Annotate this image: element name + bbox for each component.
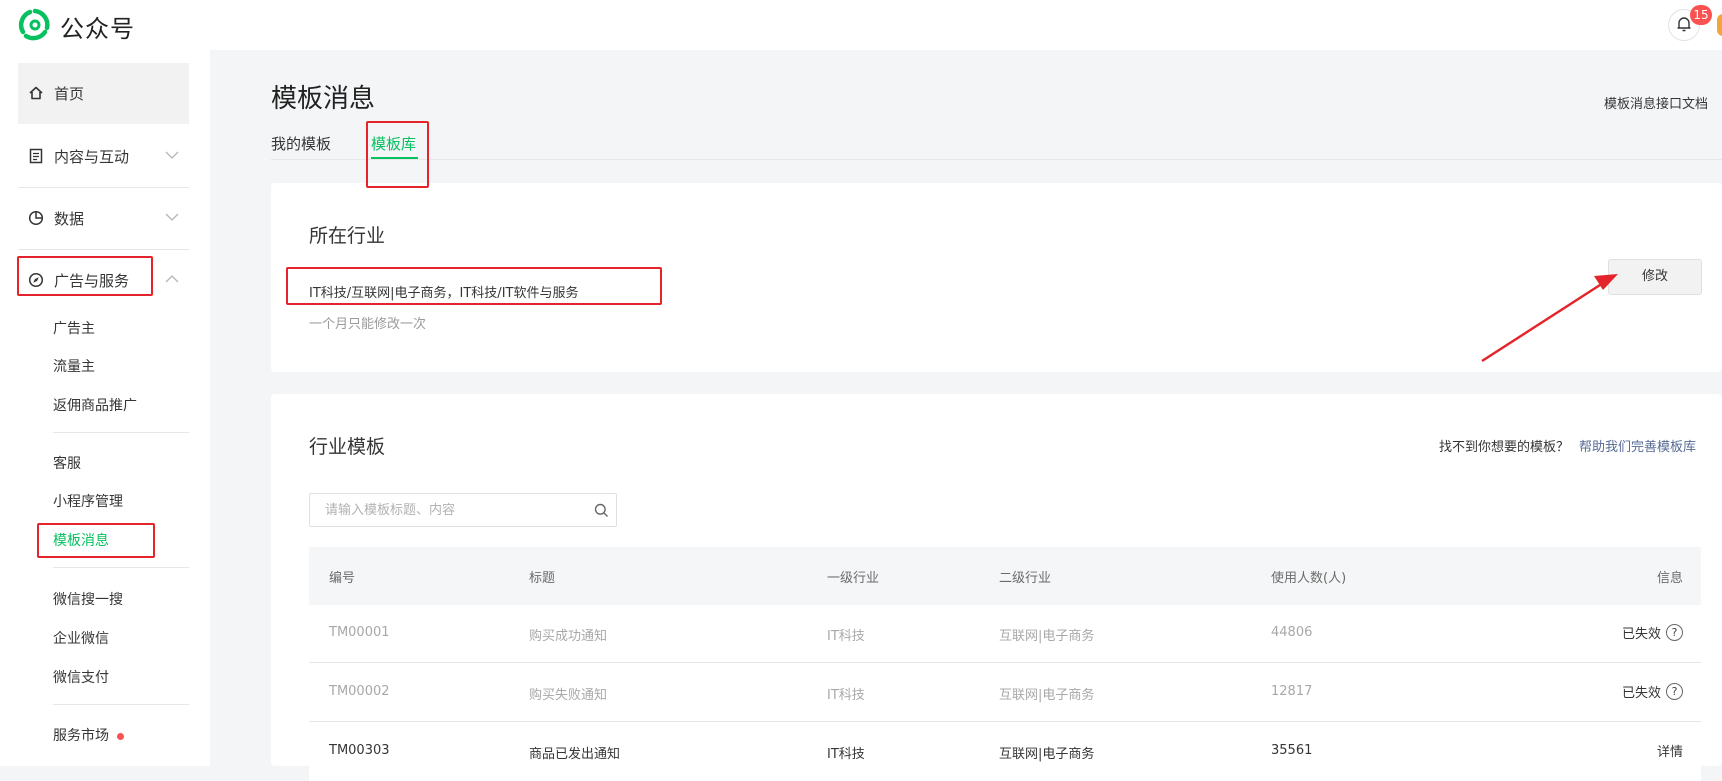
cell-user-count: 44806 xyxy=(1271,625,1313,640)
cell-user-count: 12817 xyxy=(1271,684,1313,699)
cell-title: 购买成功通知 xyxy=(529,629,608,644)
divider xyxy=(53,432,189,433)
table-header: 编号 标题 一级行业 二级行业 使用人数(人) 信息 xyxy=(309,547,1701,605)
divider xyxy=(53,567,189,568)
status-expired: 已失效? xyxy=(1622,682,1683,701)
help-question: 找不到你想要的模板？ xyxy=(1439,440,1570,455)
sidebar-item-data[interactable]: 数据 xyxy=(18,188,189,248)
sidebar-subitem-wecom[interactable]: 企业微信 xyxy=(53,628,109,648)
chevron-down-icon xyxy=(165,213,179,221)
template-search-box xyxy=(309,493,617,527)
sidebar-item-label: 数据 xyxy=(54,209,85,228)
column-header-secondary-industry: 二级行业 xyxy=(999,571,1052,586)
column-header-id: 编号 xyxy=(329,571,356,586)
edit-industry-button[interactable]: 修改 xyxy=(1608,259,1702,295)
cell-secondary-industry: 互联网|电子商务 xyxy=(999,747,1095,762)
search-icon[interactable] xyxy=(594,503,609,518)
table-row: TM00002 购买失败通知 IT科技 互联网|电子商务 12817 已失效? xyxy=(309,664,1701,722)
avatar[interactable] xyxy=(1717,14,1722,36)
sidebar-item-label: 首页 xyxy=(54,84,85,103)
sidebar-subitem-advertiser[interactable]: 广告主 xyxy=(53,318,95,338)
tab-my-templates[interactable]: 我的模板 xyxy=(271,133,331,154)
cell-primary-industry: IT科技 xyxy=(827,629,865,644)
cell-id: TM00002 xyxy=(329,684,390,699)
tabs-divider xyxy=(271,159,1722,160)
sidebar-subitem-wechat-search[interactable]: 微信搜一搜 xyxy=(53,589,123,609)
sidebar-subitem-publisher[interactable]: 流量主 xyxy=(53,356,95,376)
cell-secondary-industry: 互联网|电子商务 xyxy=(999,688,1095,703)
sidebar-item-label: 内容与互动 xyxy=(54,147,130,166)
column-header-info: 信息 xyxy=(1656,571,1683,586)
status-text: 已失效 xyxy=(1621,627,1661,642)
cell-id: TM00001 xyxy=(329,625,390,640)
cell-secondary-industry: 互联网|电子商务 xyxy=(999,629,1095,644)
chevron-up-icon xyxy=(165,275,179,283)
sidebar-subitem-service-market[interactable]: 服务市场 xyxy=(53,725,124,745)
divider xyxy=(53,704,189,705)
sidebar-item-label: 服务市场 xyxy=(53,728,109,744)
sidebar-subitem-mini-program[interactable]: 小程序管理 xyxy=(53,491,123,511)
details-link[interactable]: 详情 xyxy=(1657,741,1683,760)
sidebar-subitem-customer-service[interactable]: 客服 xyxy=(53,453,81,473)
help-circle-icon[interactable]: ? xyxy=(1666,683,1683,700)
annotation-box-template-message xyxy=(37,523,155,558)
wechat-official-logo-icon[interactable] xyxy=(18,8,52,42)
top-bar: 公众号 15 xyxy=(0,0,1722,50)
document-icon xyxy=(28,148,44,164)
api-doc-link[interactable]: 模板消息接口文档 xyxy=(1604,93,1708,112)
sidebar: 首页 内容与互动 数据 广告与服务 广告主 流量主 返佣商品推广 客服 小程序管… xyxy=(0,50,210,766)
annotation-box-ads-services xyxy=(17,256,153,296)
industry-hint: 一个月只能修改一次 xyxy=(309,317,427,332)
search-input[interactable] xyxy=(325,494,575,526)
chevron-down-icon xyxy=(165,151,179,159)
annotation-box-industry-value xyxy=(286,267,662,305)
brand-name[interactable]: 公众号 xyxy=(60,9,135,44)
cell-primary-industry: IT科技 xyxy=(827,688,865,703)
cell-id: TM00303 xyxy=(329,743,390,758)
column-header-user-count: 使用人数(人) xyxy=(1271,571,1347,586)
table-row: TM00303 商品已发出通知 IT科技 互联网|电子商务 35561 详情 xyxy=(309,723,1701,781)
cell-title: 商品已发出通知 xyxy=(529,747,621,762)
page-title: 模板消息 xyxy=(271,84,376,114)
cell-primary-industry: IT科技 xyxy=(827,747,865,762)
status-text: 已失效 xyxy=(1621,686,1661,701)
home-icon xyxy=(28,85,44,101)
table-row: TM00001 购买成功通知 IT科技 互联网|电子商务 44806 已失效? xyxy=(309,605,1701,663)
column-header-title: 标题 xyxy=(529,571,556,586)
sidebar-item-content[interactable]: 内容与互动 xyxy=(18,126,189,186)
cell-user-count: 35561 xyxy=(1271,743,1313,758)
sidebar-subitem-wechat-pay[interactable]: 微信支付 xyxy=(53,667,109,687)
templates-section-title: 行业模板 xyxy=(309,436,386,458)
status-expired: 已失效? xyxy=(1622,623,1683,642)
industry-section-title: 所在行业 xyxy=(309,225,386,247)
improve-library-link[interactable]: 帮助我们完善模板库 xyxy=(1579,436,1696,455)
help-circle-icon[interactable]: ? xyxy=(1666,624,1683,641)
sidebar-item-home[interactable]: 首页 xyxy=(18,63,189,123)
column-header-primary-industry: 一级行业 xyxy=(827,571,880,586)
cell-title: 购买失败通知 xyxy=(529,688,608,703)
sidebar-subitem-commission[interactable]: 返佣商品推广 xyxy=(53,395,137,415)
notification-badge: 15 xyxy=(1690,5,1712,25)
pie-chart-icon xyxy=(28,210,44,226)
annotation-box-template-library-tab xyxy=(366,121,429,188)
new-dot-indicator xyxy=(117,732,124,740)
